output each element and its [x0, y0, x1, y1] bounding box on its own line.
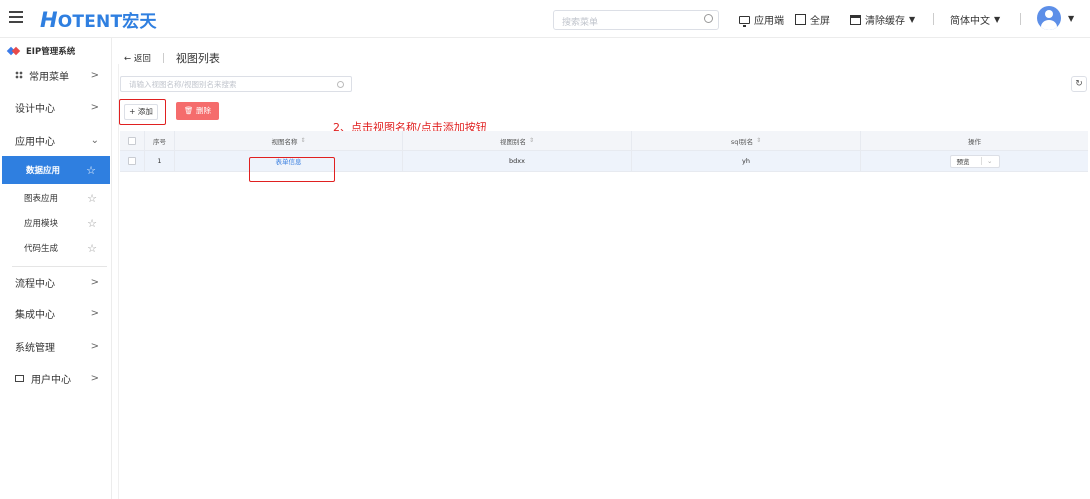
sidebar-item-user-center[interactable]: 用户中心 > — [0, 363, 111, 393]
header-sql-alias[interactable]: sql别名 ⇕ — [632, 131, 861, 150]
back-link[interactable]: ← 返回 — [124, 52, 151, 64]
content-divider — [118, 64, 119, 499]
chevron-down-icon: ⌄ — [90, 134, 99, 146]
delete-button[interactable]: 🗑 删除 — [176, 102, 219, 120]
row-index: 1 — [145, 151, 175, 171]
sidebar-item-chart-app[interactable]: 图表应用 ☆ — [0, 184, 111, 212]
monitor-icon — [15, 374, 24, 382]
star-icon[interactable]: ☆ — [87, 217, 97, 230]
chevron-right-icon: > — [90, 276, 99, 288]
eip-logo-icon — [8, 47, 20, 55]
header-index: 序号 — [145, 131, 175, 150]
sidebar-item-common-menu[interactable]: 常用菜单 > — [0, 60, 111, 90]
sidebar: EIP管理系统 常用菜单 > 设计中心 > 应用中心 ⌄ 数据应用 ☆ 图表应用… — [0, 38, 112, 499]
sidebar-item-app-center[interactable]: 应用中心 ⌄ — [0, 125, 111, 155]
preview-button[interactable]: 预览 ⌄ — [949, 154, 1000, 168]
menu-toggle-icon[interactable] — [9, 11, 23, 25]
sidebar-item-app-module[interactable]: 应用模块 ☆ — [0, 209, 111, 237]
avatar[interactable] — [1037, 6, 1061, 30]
chevron-right-icon: > — [90, 340, 99, 352]
caret-down-icon: ▼ — [994, 15, 1001, 24]
search-icon[interactable] — [704, 14, 713, 23]
sort-icon[interactable]: ⇕ — [756, 137, 761, 144]
logo: HOTENT宏天 — [40, 8, 157, 32]
highlight-box-add — [119, 99, 166, 125]
header-view-name[interactable]: 视图名称 ⇕ — [175, 131, 403, 150]
monitor-icon — [739, 15, 750, 27]
caret-down-icon: ▼ — [909, 15, 916, 24]
view-search-input[interactable]: 请输入视图名称/视图别名来搜索 — [120, 76, 352, 92]
select-all-checkbox[interactable] — [128, 136, 136, 145]
sidebar-item-design-center[interactable]: 设计中心 > — [0, 92, 111, 122]
chevron-right-icon: > — [90, 101, 99, 113]
divider — [1020, 13, 1021, 25]
filter-placeholder: 请输入视图名称/视图别名来搜索 — [129, 80, 237, 89]
refresh-icon[interactable]: ↻ — [1071, 76, 1087, 92]
header-view-alias[interactable]: 视图别名 ⇕ — [403, 131, 632, 150]
star-icon[interactable]: ☆ — [86, 164, 96, 177]
chevron-right-icon: > — [90, 307, 99, 319]
broom-icon — [850, 14, 861, 25]
sort-icon[interactable]: ⇕ — [529, 137, 534, 144]
table-header: 序号 视图名称 ⇕ 视图别名 ⇕ sql别名 ⇕ 操作 — [120, 131, 1088, 151]
select-all-cell — [120, 131, 145, 150]
page-title: 视图列表 — [175, 52, 220, 65]
chevron-right-icon: > — [90, 69, 99, 81]
star-icon[interactable]: ☆ — [87, 192, 97, 205]
sort-icon[interactable]: ⇕ — [300, 137, 305, 144]
menu-search-input[interactable]: 搜索菜单 — [553, 10, 719, 30]
header-actions: 操作 — [968, 137, 981, 146]
search-placeholder: 搜索菜单 — [562, 18, 599, 28]
fullscreen-icon — [795, 14, 806, 25]
app-end-button[interactable]: 应用端 — [739, 12, 784, 27]
row-actions: 预览 ⌄ — [861, 151, 1088, 171]
search-icon[interactable] — [337, 81, 344, 88]
row-checkbox[interactable] — [128, 157, 136, 165]
sidebar-item-system-management[interactable]: 系统管理 > — [0, 331, 111, 361]
row-view-alias: bdxx — [403, 151, 632, 171]
sidebar-item-integration-center[interactable]: 集成中心 > — [0, 298, 111, 328]
system-title: EIP管理系统 — [8, 45, 75, 57]
fullscreen-button[interactable]: 全屏 — [795, 12, 830, 27]
row-sql-alias: yh — [632, 151, 861, 171]
chevron-right-icon: > — [90, 372, 99, 384]
clear-cache-button[interactable]: 清除缓存 ▼ — [850, 12, 915, 27]
highlight-box-view-name — [249, 157, 335, 182]
row-check-cell — [120, 151, 145, 171]
divider — [162, 53, 164, 63]
chevron-down-icon[interactable]: ⌄ — [981, 157, 993, 165]
sidebar-item-process-center[interactable]: 流程中心 > — [0, 267, 111, 297]
sidebar-item-code-gen[interactable]: 代码生成 ☆ — [0, 234, 111, 262]
breadcrumb: ← 返回 视图列表 — [124, 50, 220, 66]
grid-icon — [15, 71, 23, 79]
caret-down-icon[interactable]: ▼ — [1068, 14, 1074, 23]
top-bar: HOTENT宏天 搜索菜单 应用端 全屏 清除缓存 ▼ 简体中文 ▼ ▼ — [0, 0, 1090, 38]
sidebar-item-data-app[interactable]: 数据应用 ☆ — [2, 156, 110, 184]
star-icon[interactable]: ☆ — [87, 242, 97, 255]
divider — [933, 13, 934, 25]
language-select[interactable]: 简体中文 ▼ — [950, 12, 1000, 27]
